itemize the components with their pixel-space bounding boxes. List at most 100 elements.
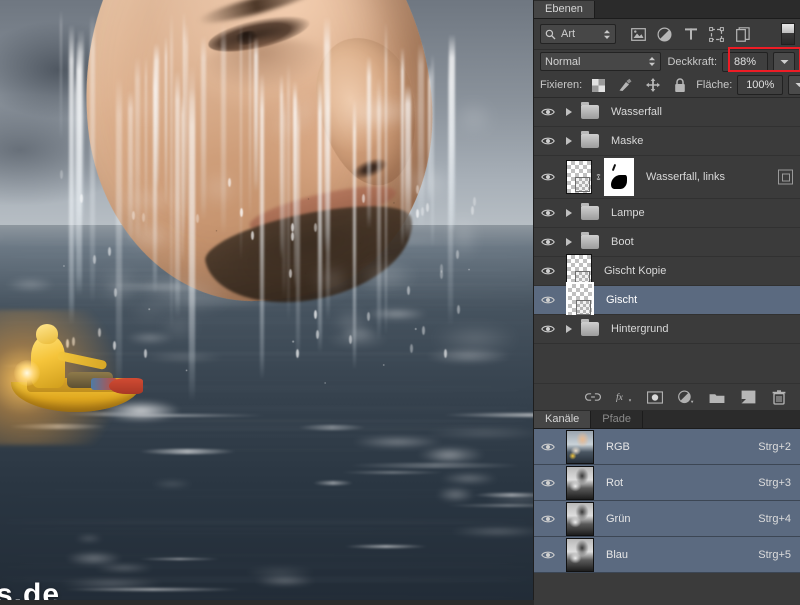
layer-panel-buttons: fx [534, 383, 800, 410]
group-expand-arrow-icon[interactable] [562, 209, 576, 217]
lock-image-icon[interactable] [617, 77, 634, 93]
layer-visibility-toggle[interactable] [534, 295, 562, 305]
channel-name: Grün [606, 512, 631, 525]
panel-tabbar: Ebenen [534, 0, 800, 19]
filter-toggle-switch[interactable] [781, 23, 795, 45]
layer-row[interactable]: Hintergrund [534, 315, 800, 344]
smart-object-filter-icon[interactable] [734, 26, 751, 42]
pixel-layer-filter-icon[interactable] [630, 26, 647, 42]
shape-layer-filter-icon[interactable] [708, 26, 725, 42]
sea-foam [254, 577, 317, 586]
layer-visibility-toggle[interactable] [534, 136, 562, 146]
add-layer-mask-button[interactable] [647, 389, 663, 405]
mask-link-icon[interactable] [592, 171, 604, 183]
type-layer-filter-icon[interactable] [682, 26, 699, 42]
channel-thumbnail [566, 429, 594, 464]
layer-row[interactable]: Lampe [534, 199, 800, 228]
channels-tabbar: Kanäle Pfade [534, 410, 800, 429]
channel-row[interactable]: Rot Strg+3 [534, 465, 800, 501]
channel-name: Rot [606, 476, 624, 489]
image-canvas[interactable]: s.de [0, 0, 533, 600]
layer-style-fx-button[interactable]: fx [616, 389, 632, 405]
layer-row[interactable]: Maske [534, 127, 800, 156]
wave-swell [0, 521, 533, 525]
lock-all-icon[interactable] [671, 77, 688, 93]
fill-group: Fläche: 100% [696, 75, 800, 95]
folder-icon [581, 102, 599, 119]
adjustment-layer-filter-icon[interactable] [656, 26, 673, 42]
lock-transparency-icon[interactable] [590, 77, 607, 93]
tab-ebenen[interactable]: Ebenen [534, 1, 595, 18]
group-expand-arrow-icon[interactable] [562, 238, 576, 246]
channel-visibility-toggle[interactable] [534, 442, 562, 452]
layer-visibility-toggle[interactable] [534, 172, 562, 182]
channel-shortcut: Strg+2 [758, 440, 791, 453]
layer-visibility-toggle[interactable] [534, 324, 562, 334]
sea-foam [422, 427, 533, 439]
blend-mode-select[interactable]: Normal [540, 52, 662, 71]
delete-layer-button[interactable] [771, 389, 787, 405]
channel-list[interactable]: RGB Strg+2 Rot Strg+3 Grün Strg+4 Blau Strg+5 [534, 429, 800, 573]
fisherman-head [36, 324, 58, 344]
fill-input[interactable]: 100% [737, 75, 784, 95]
layer-filter-row: Art [534, 19, 800, 50]
wave-crest [441, 413, 533, 418]
layer-name: Hintergrund [611, 323, 669, 335]
filter-kind-select[interactable]: Art [540, 24, 616, 44]
layer-thumbnail[interactable] [566, 160, 592, 194]
layer-row[interactable]: Wasserfall, links [534, 156, 800, 199]
folder-icon [581, 131, 599, 148]
layer-visibility-toggle[interactable] [534, 107, 562, 117]
new-layer-button[interactable] [740, 389, 756, 405]
wave-crest [137, 558, 221, 561]
sea-foam [439, 472, 498, 484]
chevron-updown-icon [648, 56, 656, 67]
new-group-button[interactable] [709, 389, 725, 405]
wave-crest [348, 463, 521, 468]
channel-thumbnail [566, 537, 594, 572]
channel-row[interactable]: Grün Strg+4 [534, 501, 800, 537]
chevron-updown-icon [603, 29, 611, 40]
channel-visibility-toggle[interactable] [534, 514, 562, 524]
channel-visibility-toggle[interactable] [534, 478, 562, 488]
layer-row[interactable]: Wasserfall [534, 98, 800, 127]
channel-shortcut: Strg+5 [758, 548, 791, 561]
channel-thumbnail [566, 501, 594, 536]
wave-crest [138, 449, 236, 455]
folder-icon [581, 203, 599, 220]
channel-row[interactable]: Blau Strg+5 [534, 537, 800, 573]
fill-dropdown-button[interactable] [788, 75, 800, 95]
tab-pfade[interactable]: Pfade [591, 411, 644, 428]
wave-crest [344, 545, 429, 549]
layer-row[interactable]: Boot [534, 228, 800, 257]
layer-visibility-toggle[interactable] [534, 237, 562, 247]
new-adjustment-layer-button[interactable] [678, 389, 694, 405]
group-expand-arrow-icon[interactable] [562, 325, 576, 333]
layer-visibility-toggle[interactable] [534, 266, 562, 276]
opacity-dropdown-button[interactable] [773, 51, 795, 72]
filter-kind-label: Art [561, 28, 576, 40]
lock-position-icon[interactable] [644, 77, 661, 93]
channel-row[interactable]: RGB Strg+2 [534, 429, 800, 465]
layer-visibility-toggle[interactable] [534, 208, 562, 218]
link-layers-button[interactable] [585, 389, 601, 405]
channel-name: RGB [606, 440, 630, 453]
layer-list[interactable]: Wasserfall Maske Wasserfall, links Lampe Boo… [534, 98, 800, 344]
layer-name: Gischt [606, 294, 638, 306]
layer-mask-thumbnail[interactable] [604, 158, 634, 196]
layer-name: Maske [611, 135, 644, 147]
layer-thumbnail[interactable] [566, 282, 594, 318]
sea-foam [436, 486, 476, 502]
channel-visibility-toggle[interactable] [534, 550, 562, 560]
sea-foam [426, 448, 466, 462]
opacity-input[interactable]: 88% [722, 51, 768, 72]
sea-foam [75, 536, 104, 542]
lock-label: Fixieren: [540, 79, 583, 91]
group-expand-arrow-icon[interactable] [562, 108, 576, 116]
wave-crest [313, 481, 354, 485]
sea-foam [448, 526, 533, 537]
layer-row[interactable]: Gischt [534, 282, 800, 318]
group-expand-arrow-icon[interactable] [562, 137, 576, 145]
filter-type-icons [630, 26, 751, 42]
tab-kanaele[interactable]: Kanäle [534, 411, 592, 428]
